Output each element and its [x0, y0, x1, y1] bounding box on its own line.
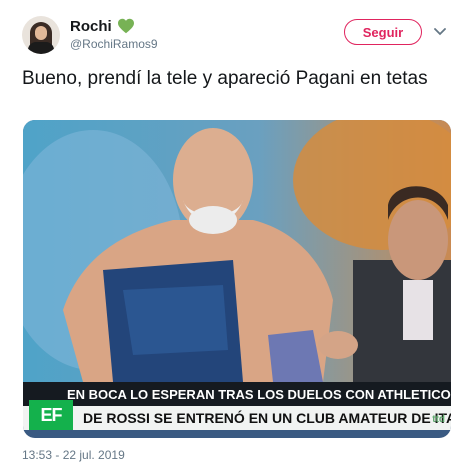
channel-logo: EF	[29, 400, 73, 430]
green-heart-icon	[117, 18, 134, 34]
tweet-header: Rochi @RochiRamos9 Seguir	[0, 0, 474, 58]
tv-frame-image	[23, 120, 451, 382]
follow-button[interactable]: Seguir	[344, 19, 422, 45]
news-ticker-bottom: DE ROSSI SE ENTRENÓ EN UN CLUB AMATEUR D…	[23, 406, 451, 430]
news-ticker-top: EN BOCA LO ESPERAN TRAS LOS DUELOS CON A…	[23, 382, 451, 406]
author-handle[interactable]: @RochiRamos9	[70, 37, 158, 51]
tweet-text: Bueno, prendí la tele y apareció Pagani …	[22, 68, 428, 89]
avatar[interactable]	[22, 16, 60, 54]
author-name-row[interactable]: Rochi	[70, 17, 135, 35]
channel-watermark: ttd	[432, 414, 445, 425]
author-name[interactable]: Rochi	[70, 18, 112, 35]
tweet-timestamp[interactable]: 13:53 - 22 jul. 2019	[22, 448, 125, 462]
tweet-media[interactable]: EN BOCA LO ESPERAN TRAS LOS DUELOS CON A…	[23, 120, 451, 438]
chevron-down-icon[interactable]	[434, 27, 446, 37]
